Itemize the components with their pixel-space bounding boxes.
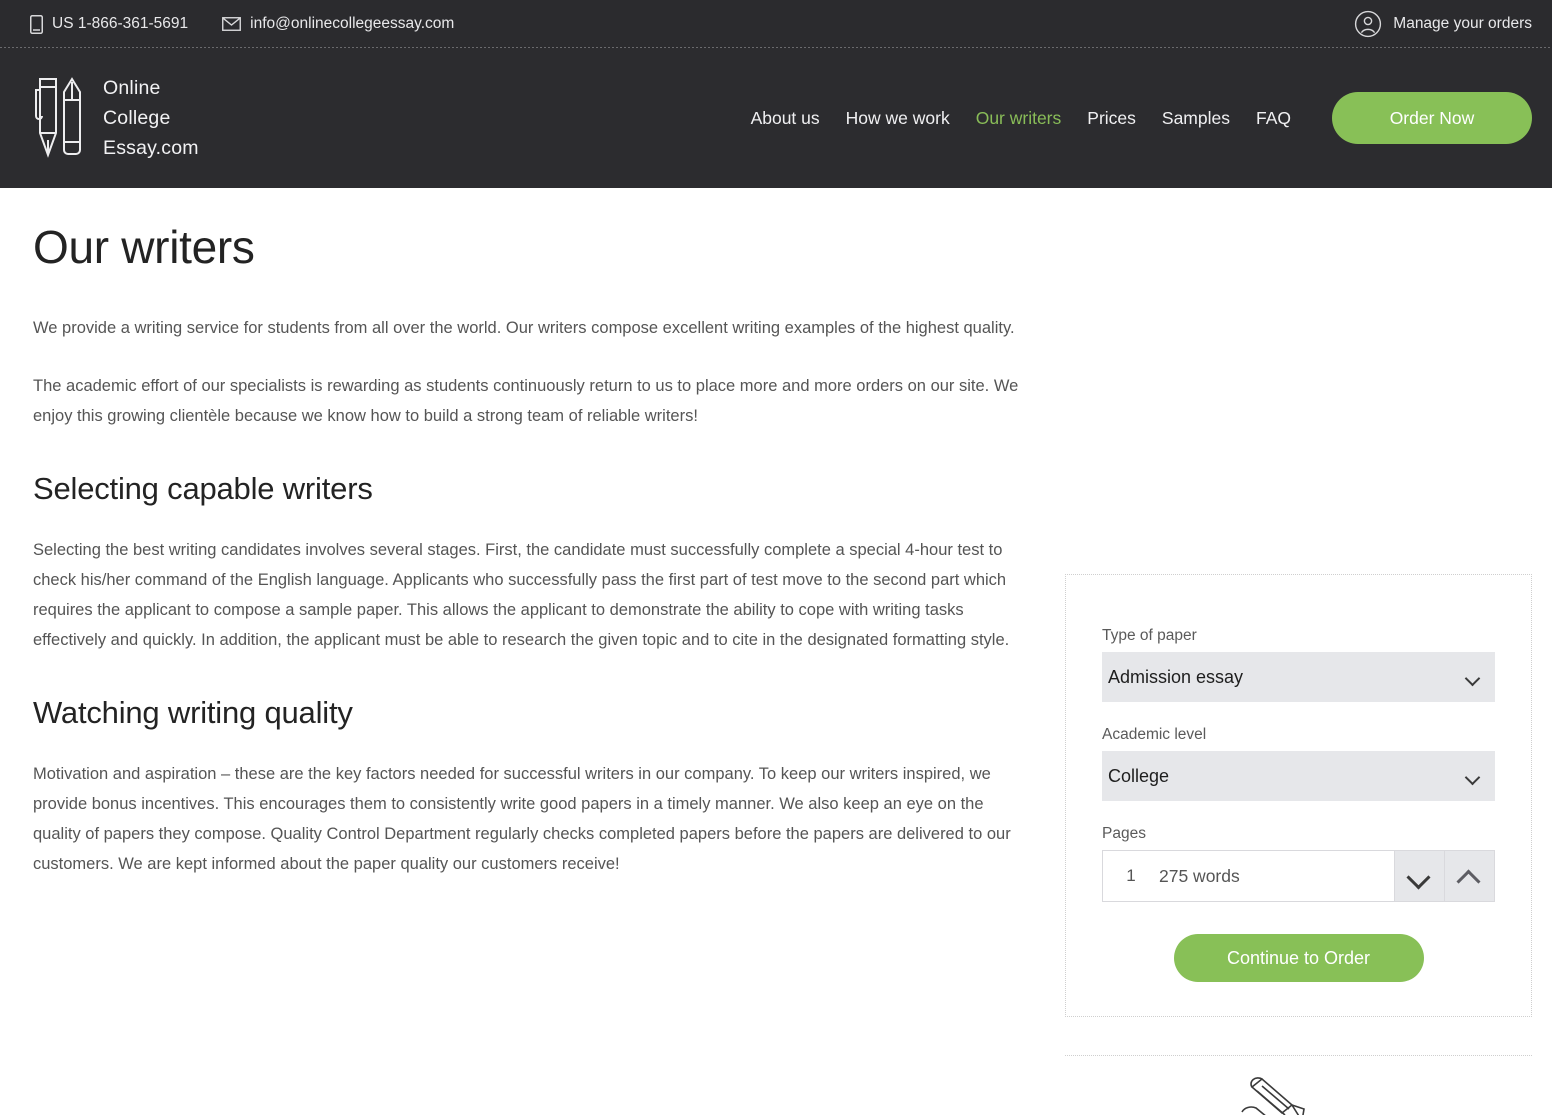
main-navigation: About us How we work Our writers Prices … <box>738 108 1304 129</box>
pages-increment-button[interactable] <box>1444 851 1494 901</box>
nav-item-samples[interactable]: Samples <box>1149 108 1243 129</box>
type-of-paper-select[interactable]: Admission essay <box>1102 652 1495 702</box>
nav-item-our-writers[interactable]: Our writers <box>963 108 1075 129</box>
envelope-icon <box>222 17 242 31</box>
manage-orders-link[interactable]: Manage your orders <box>1354 10 1532 38</box>
user-circle-icon <box>1354 10 1382 38</box>
pages-decrement-button[interactable] <box>1394 851 1444 901</box>
logo-line-3: Essay.com <box>103 137 199 159</box>
top-contact-bar: US 1-866-361-5691 info@onlinecollegeessa… <box>0 0 1552 48</box>
intro-paragraph-1: We provide a writing service for student… <box>33 319 1015 337</box>
manage-orders-label: Manage your orders <box>1393 15 1532 32</box>
phone-number: US 1-866-361-5691 <box>52 15 189 32</box>
logo-line-2: College <box>103 107 171 129</box>
article-content: Our writers We provide a writing service… <box>0 188 1065 1115</box>
intro-paragraph-2: The academic effort of our specialists i… <box>33 377 1019 425</box>
order-sidebar: Type of paper Admission essay Academic l… <box>1065 188 1532 1115</box>
continue-button-wrapper: Continue to Order <box>1102 934 1495 982</box>
chevron-down-icon <box>1466 673 1481 682</box>
nav-item-prices[interactable]: Prices <box>1074 108 1149 129</box>
section-title-selecting-capable-writers: Selecting capable writers <box>33 471 373 506</box>
section-body-watching-writing-quality: Motivation and aspiration – these are th… <box>33 765 1011 873</box>
site-header: Online College Essay.com About us How we… <box>0 48 1552 188</box>
pages-value[interactable]: 1 <box>1103 851 1159 901</box>
phone-contact[interactable]: US 1-866-361-5691 <box>30 14 189 34</box>
nav-item-about-us[interactable]: About us <box>738 108 833 129</box>
order-form-card: Type of paper Admission essay Academic l… <box>1065 574 1532 1017</box>
academic-level-select[interactable]: College <box>1102 751 1495 801</box>
pages-label: Pages <box>1102 825 1146 842</box>
continue-to-order-button[interactable]: Continue to Order <box>1173 934 1424 982</box>
page-title: Our writers <box>33 221 255 273</box>
chevron-up-icon <box>1459 869 1481 883</box>
email-contact[interactable]: info@onlinecollegeessay.com <box>222 15 454 33</box>
academic-level-value: College <box>1108 765 1170 786</box>
logo-text: Online College Essay.com <box>103 73 199 163</box>
pages-words-value: 275 words <box>1159 865 1240 886</box>
nav-item-faq[interactable]: FAQ <box>1243 108 1304 129</box>
pen-and-pencil-icon <box>30 70 86 167</box>
nav-item-how-we-work[interactable]: How we work <box>833 108 963 129</box>
chevron-down-icon <box>1409 869 1431 883</box>
section-title-watching-writing-quality: Watching writing quality <box>33 695 353 730</box>
order-now-button[interactable]: Order Now <box>1332 92 1532 144</box>
chevron-down-icon <box>1466 772 1481 781</box>
email-address: info@onlinecollegeessay.com <box>250 15 455 32</box>
type-of-paper-value: Admission essay <box>1108 666 1244 687</box>
type-of-paper-label: Type of paper <box>1102 627 1197 644</box>
logo-line-1: Online <box>103 77 161 99</box>
academic-level-label: Academic level <box>1102 726 1207 743</box>
pages-stepper[interactable]: 1 275 words <box>1102 850 1495 902</box>
main-area: Our writers We provide a writing service… <box>0 188 1552 1115</box>
section-body-selecting-capable-writers: Selecting the best writing candidates in… <box>33 541 1010 649</box>
pencil-and-pen-illustration <box>1065 1055 1532 1115</box>
site-logo[interactable]: Online College Essay.com <box>30 70 199 167</box>
mobile-phone-icon <box>30 14 43 34</box>
